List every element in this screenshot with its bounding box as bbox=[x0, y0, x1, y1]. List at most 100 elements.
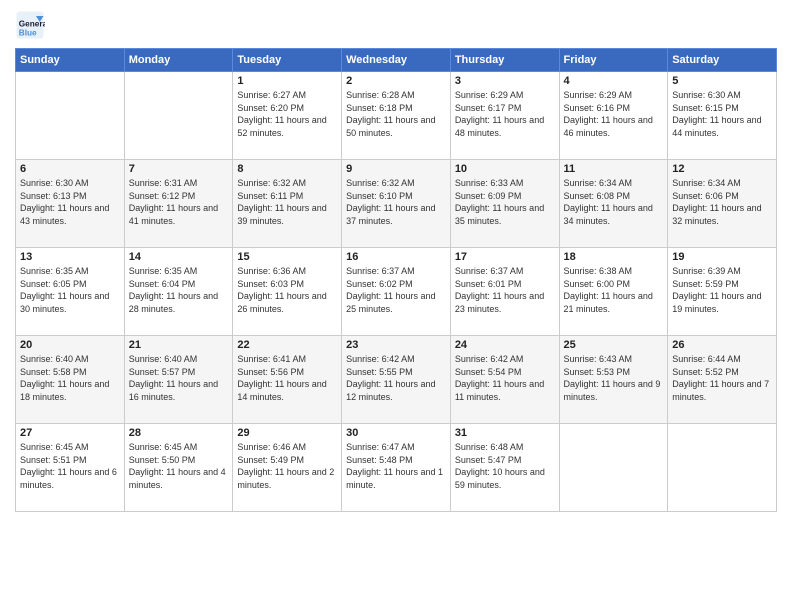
svg-text:General: General bbox=[19, 20, 45, 29]
day-info: Sunrise: 6:32 AMSunset: 6:11 PMDaylight:… bbox=[237, 177, 337, 227]
calendar-table: SundayMondayTuesdayWednesdayThursdayFrid… bbox=[15, 48, 777, 512]
calendar-cell: 12 Sunrise: 6:34 AMSunset: 6:06 PMDayligh… bbox=[668, 160, 777, 248]
day-info: Sunrise: 6:39 AMSunset: 5:59 PMDaylight:… bbox=[672, 265, 772, 315]
day-info: Sunrise: 6:34 AMSunset: 6:06 PMDaylight:… bbox=[672, 177, 772, 227]
day-number: 7 bbox=[129, 163, 229, 175]
day-number: 24 bbox=[455, 339, 555, 351]
day-info: Sunrise: 6:48 AMSunset: 5:47 PMDaylight:… bbox=[455, 441, 555, 491]
calendar-cell: 19 Sunrise: 6:39 AMSunset: 5:59 PMDayligh… bbox=[668, 248, 777, 336]
day-info: Sunrise: 6:37 AMSunset: 6:02 PMDaylight:… bbox=[346, 265, 446, 315]
day-info: Sunrise: 6:40 AMSunset: 5:57 PMDaylight:… bbox=[129, 353, 229, 403]
day-number: 11 bbox=[564, 163, 664, 175]
day-number: 4 bbox=[564, 75, 664, 87]
day-number: 31 bbox=[455, 427, 555, 439]
day-info: Sunrise: 6:45 AMSunset: 5:51 PMDaylight:… bbox=[20, 441, 120, 491]
logo-icon: General Blue bbox=[15, 10, 45, 40]
day-number: 16 bbox=[346, 251, 446, 263]
calendar-cell: 16 Sunrise: 6:37 AMSunset: 6:02 PMDayligh… bbox=[342, 248, 451, 336]
day-number: 20 bbox=[20, 339, 120, 351]
weekday-header-thursday: Thursday bbox=[450, 49, 559, 72]
day-number: 22 bbox=[237, 339, 337, 351]
logo: General Blue bbox=[15, 10, 45, 40]
day-info: Sunrise: 6:45 AMSunset: 5:50 PMDaylight:… bbox=[129, 441, 229, 491]
calendar-cell bbox=[668, 424, 777, 512]
day-info: Sunrise: 6:42 AMSunset: 5:54 PMDaylight:… bbox=[455, 353, 555, 403]
weekday-row: SundayMondayTuesdayWednesdayThursdayFrid… bbox=[16, 49, 777, 72]
calendar-cell: 1Sunrise: 6:27 AMSunset: 6:20 PMDaylight… bbox=[233, 72, 342, 160]
day-number: 15 bbox=[237, 251, 337, 263]
day-number: 17 bbox=[455, 251, 555, 263]
day-number: 10 bbox=[455, 163, 555, 175]
day-number: 19 bbox=[672, 251, 772, 263]
day-info: Sunrise: 6:29 AMSunset: 6:17 PMDaylight:… bbox=[455, 89, 555, 139]
calendar-cell: 31 Sunrise: 6:48 AMSunset: 5:47 PMDayligh… bbox=[450, 424, 559, 512]
calendar-cell: 29 Sunrise: 6:46 AMSunset: 5:49 PMDayligh… bbox=[233, 424, 342, 512]
calendar-cell: 5 Sunrise: 6:30 AMSunset: 6:15 PMDaylight… bbox=[668, 72, 777, 160]
calendar-cell: 11 Sunrise: 6:34 AMSunset: 6:08 PMDayligh… bbox=[559, 160, 668, 248]
header: General Blue bbox=[15, 10, 777, 40]
day-number: 1 bbox=[237, 75, 337, 87]
day-info: Sunrise: 6:42 AMSunset: 5:55 PMDaylight:… bbox=[346, 353, 446, 403]
day-number: 13 bbox=[20, 251, 120, 263]
day-info: Sunrise: 6:40 AMSunset: 5:58 PMDaylight:… bbox=[20, 353, 120, 403]
day-info: Sunrise: 6:35 AMSunset: 6:05 PMDaylight:… bbox=[20, 265, 120, 315]
day-info: Sunrise: 6:38 AMSunset: 6:00 PMDaylight:… bbox=[564, 265, 664, 315]
calendar-week-1: 1Sunrise: 6:27 AMSunset: 6:20 PMDaylight… bbox=[16, 72, 777, 160]
day-number: 26 bbox=[672, 339, 772, 351]
calendar-cell: 21Sunrise: 6:40 AMSunset: 5:57 PMDayligh… bbox=[124, 336, 233, 424]
calendar-cell: 10 Sunrise: 6:33 AMSunset: 6:09 PMDayligh… bbox=[450, 160, 559, 248]
day-info: Sunrise: 6:29 AMSunset: 6:16 PMDaylight:… bbox=[564, 89, 664, 139]
page: General Blue SundayMondayTuesdayWednesda… bbox=[0, 0, 792, 612]
day-info: Sunrise: 6:43 AMSunset: 5:53 PMDaylight:… bbox=[564, 353, 664, 403]
calendar-cell bbox=[559, 424, 668, 512]
calendar-body: 1Sunrise: 6:27 AMSunset: 6:20 PMDaylight… bbox=[16, 72, 777, 512]
calendar-cell: 15 Sunrise: 6:36 AMSunset: 6:03 PMDayligh… bbox=[233, 248, 342, 336]
calendar-cell: 3 Sunrise: 6:29 AMSunset: 6:17 PMDaylight… bbox=[450, 72, 559, 160]
day-number: 28 bbox=[129, 427, 229, 439]
day-info: Sunrise: 6:32 AMSunset: 6:10 PMDaylight:… bbox=[346, 177, 446, 227]
weekday-header-sunday: Sunday bbox=[16, 49, 125, 72]
calendar-cell: 23 Sunrise: 6:42 AMSunset: 5:55 PMDayligh… bbox=[342, 336, 451, 424]
day-info: Sunrise: 6:46 AMSunset: 5:49 PMDaylight:… bbox=[237, 441, 337, 491]
day-info: Sunrise: 6:37 AMSunset: 6:01 PMDaylight:… bbox=[455, 265, 555, 315]
calendar-cell: 9Sunrise: 6:32 AMSunset: 6:10 PMDaylight… bbox=[342, 160, 451, 248]
day-number: 3 bbox=[455, 75, 555, 87]
day-number: 2 bbox=[346, 75, 446, 87]
day-number: 23 bbox=[346, 339, 446, 351]
day-info: Sunrise: 6:30 AMSunset: 6:13 PMDaylight:… bbox=[20, 177, 120, 227]
day-number: 8 bbox=[237, 163, 337, 175]
calendar-cell: 8 Sunrise: 6:32 AMSunset: 6:11 PMDaylight… bbox=[233, 160, 342, 248]
calendar-week-4: 20 Sunrise: 6:40 AMSunset: 5:58 PMDayligh… bbox=[16, 336, 777, 424]
calendar-cell: 20 Sunrise: 6:40 AMSunset: 5:58 PMDayligh… bbox=[16, 336, 125, 424]
day-info: Sunrise: 6:44 AMSunset: 5:52 PMDaylight:… bbox=[672, 353, 772, 403]
calendar-cell: 26 Sunrise: 6:44 AMSunset: 5:52 PMDayligh… bbox=[668, 336, 777, 424]
day-info: Sunrise: 6:34 AMSunset: 6:08 PMDaylight:… bbox=[564, 177, 664, 227]
calendar-cell: 25 Sunrise: 6:43 AMSunset: 5:53 PMDayligh… bbox=[559, 336, 668, 424]
calendar-header: SundayMondayTuesdayWednesdayThursdayFrid… bbox=[16, 49, 777, 72]
day-number: 6 bbox=[20, 163, 120, 175]
svg-text:Blue: Blue bbox=[19, 29, 37, 38]
day-number: 12 bbox=[672, 163, 772, 175]
day-number: 25 bbox=[564, 339, 664, 351]
day-info: Sunrise: 6:35 AMSunset: 6:04 PMDaylight:… bbox=[129, 265, 229, 315]
weekday-header-monday: Monday bbox=[124, 49, 233, 72]
day-info: Sunrise: 6:33 AMSunset: 6:09 PMDaylight:… bbox=[455, 177, 555, 227]
calendar-week-5: 27Sunrise: 6:45 AMSunset: 5:51 PMDayligh… bbox=[16, 424, 777, 512]
calendar-cell: 2 Sunrise: 6:28 AMSunset: 6:18 PMDaylight… bbox=[342, 72, 451, 160]
calendar-cell: 28 Sunrise: 6:45 AMSunset: 5:50 PMDayligh… bbox=[124, 424, 233, 512]
day-info: Sunrise: 6:36 AMSunset: 6:03 PMDaylight:… bbox=[237, 265, 337, 315]
weekday-header-friday: Friday bbox=[559, 49, 668, 72]
day-number: 14 bbox=[129, 251, 229, 263]
calendar-week-2: 6 Sunrise: 6:30 AMSunset: 6:13 PMDaylight… bbox=[16, 160, 777, 248]
calendar-cell: 22Sunrise: 6:41 AMSunset: 5:56 PMDayligh… bbox=[233, 336, 342, 424]
day-number: 30 bbox=[346, 427, 446, 439]
weekday-header-tuesday: Tuesday bbox=[233, 49, 342, 72]
calendar-cell: 7 Sunrise: 6:31 AMSunset: 6:12 PMDaylight… bbox=[124, 160, 233, 248]
day-number: 5 bbox=[672, 75, 772, 87]
day-number: 29 bbox=[237, 427, 337, 439]
calendar-cell: 14 Sunrise: 6:35 AMSunset: 6:04 PMDayligh… bbox=[124, 248, 233, 336]
calendar-cell bbox=[16, 72, 125, 160]
day-info: Sunrise: 6:30 AMSunset: 6:15 PMDaylight:… bbox=[672, 89, 772, 139]
day-info: Sunrise: 6:31 AMSunset: 6:12 PMDaylight:… bbox=[129, 177, 229, 227]
day-info: Sunrise: 6:28 AMSunset: 6:18 PMDaylight:… bbox=[346, 89, 446, 139]
